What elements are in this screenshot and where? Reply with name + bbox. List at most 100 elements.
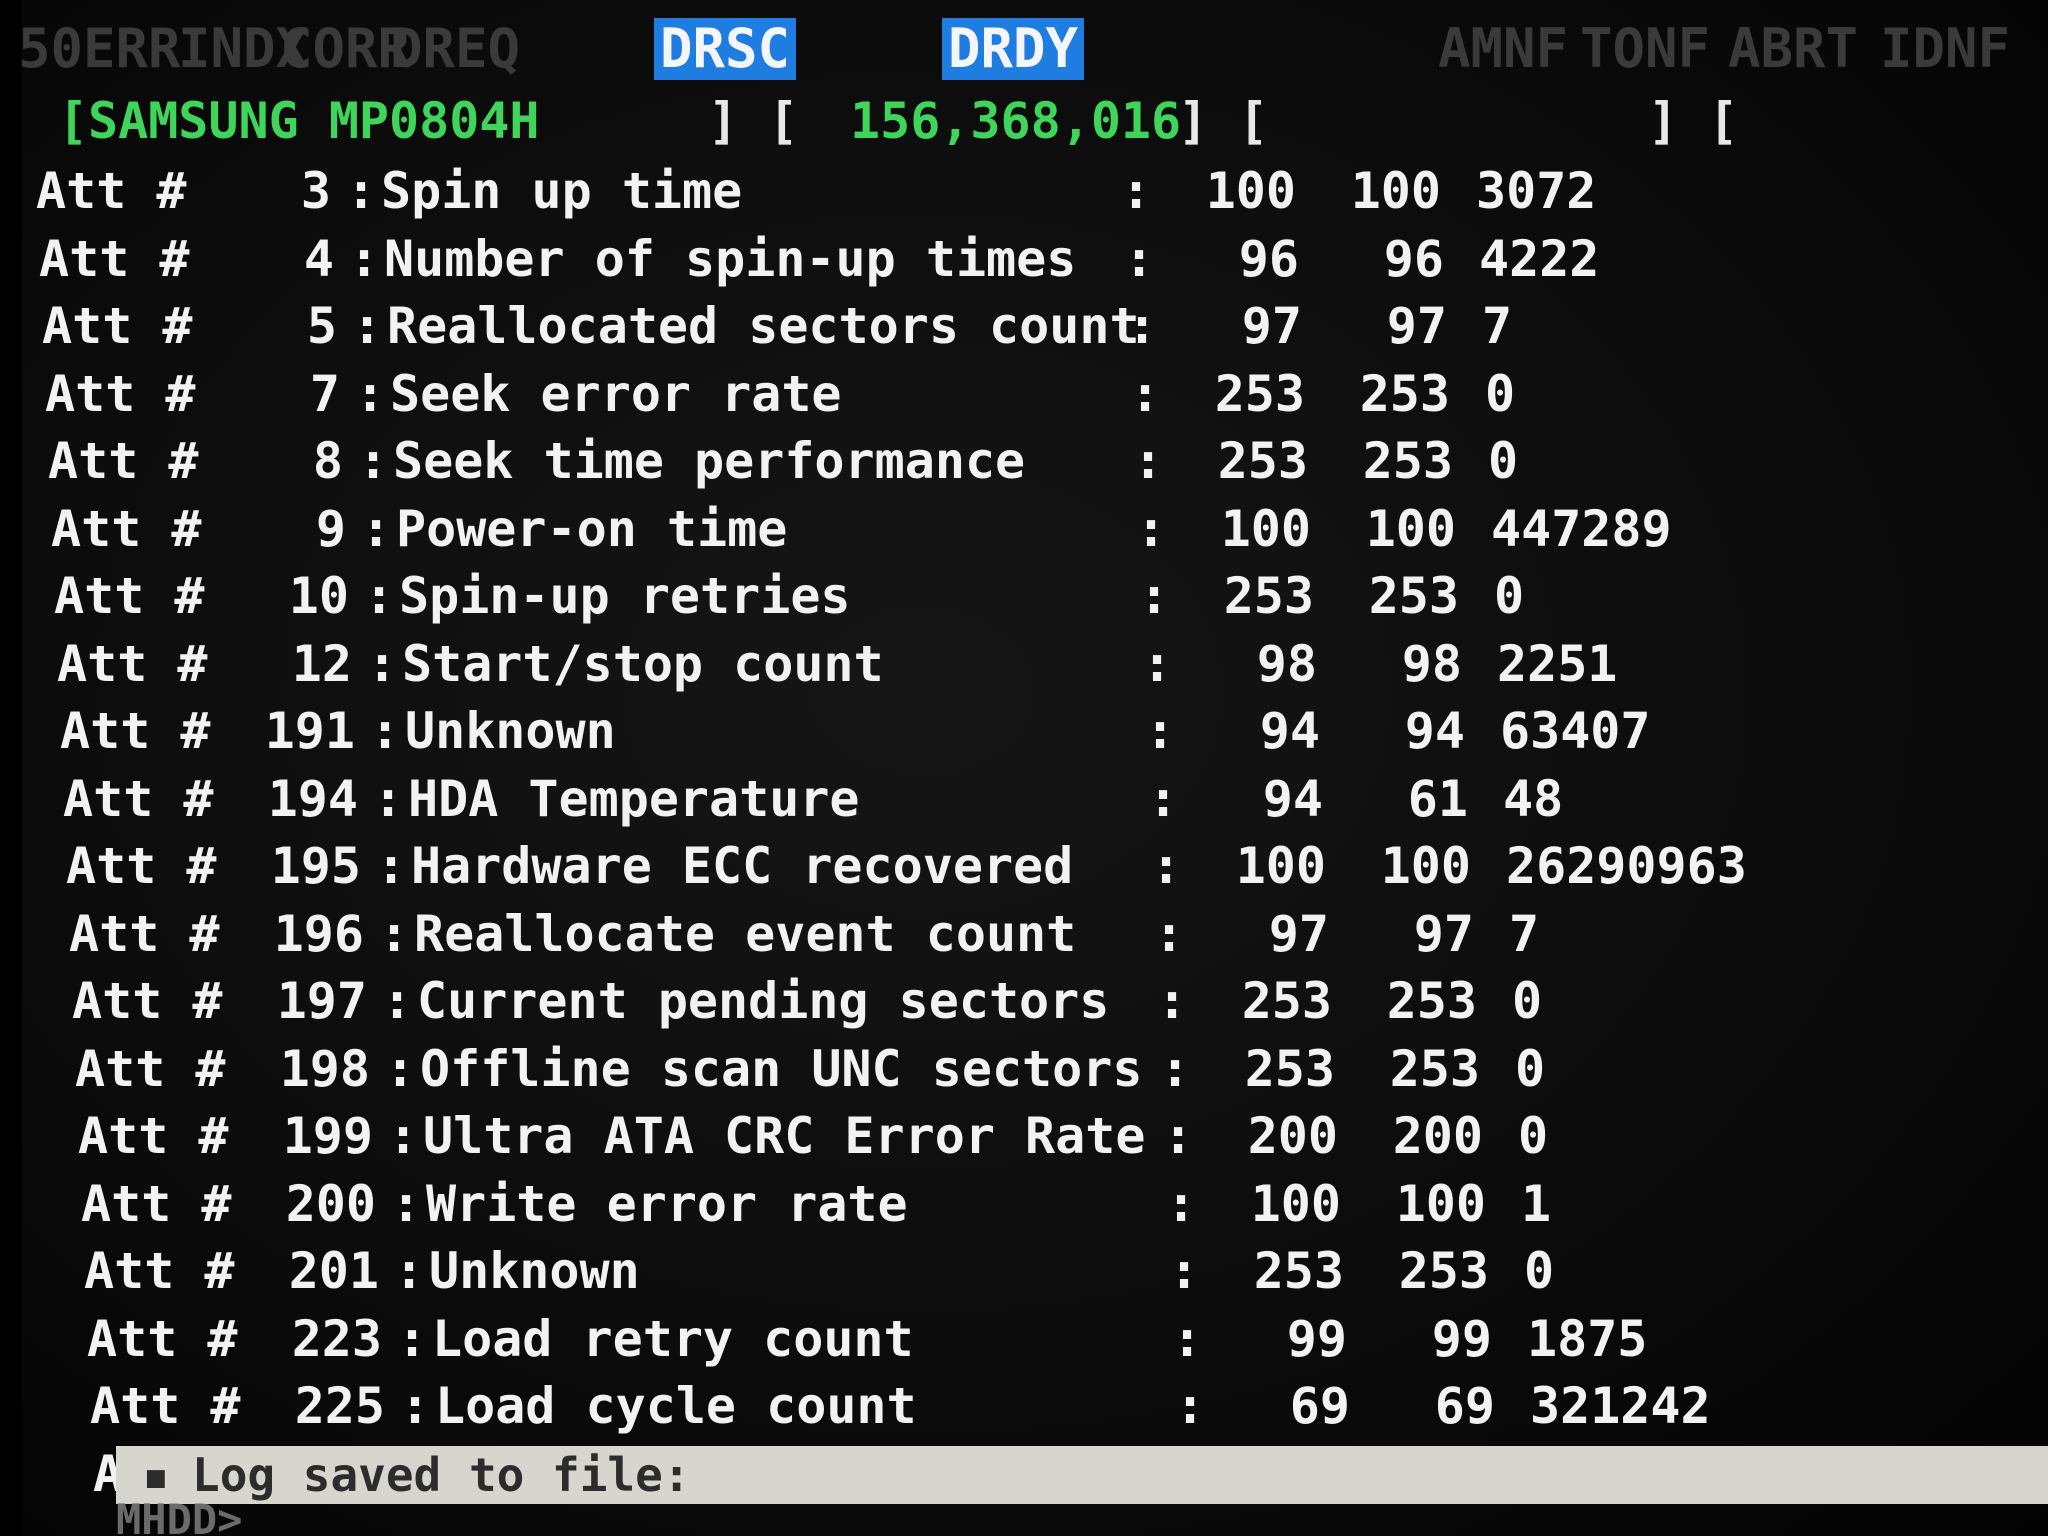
attribute-raw: 0 — [1485, 364, 1516, 423]
attribute-name: Spin up time — [381, 162, 743, 220]
attribute-id: 12 — [291, 634, 352, 693]
flag-busy: 50 — [18, 17, 84, 80]
separator: : — [373, 769, 404, 828]
drive-lba-count: 156,368,016 — [850, 92, 1182, 150]
attribute-prefix: Att # — [69, 904, 220, 963]
attribute-id: 200 — [285, 1174, 376, 1233]
attribute-worst: 69 — [1434, 1377, 1495, 1435]
separator: : — [388, 1107, 419, 1165]
flag-abrt: ABRT — [1728, 17, 1859, 80]
attribute-prefix: Att # — [78, 1107, 229, 1165]
attribute-value: 97 — [1241, 297, 1302, 355]
log-message: Log saved to file: — [192, 1448, 691, 1502]
attribute-id: 10 — [288, 567, 349, 625]
separator: : — [1148, 769, 1179, 828]
attribute-worst: 97 — [1413, 904, 1474, 963]
attribute-value: 100 — [1250, 1174, 1341, 1233]
attribute-name: Power-on time — [396, 499, 788, 558]
attribute-raw: 7 — [1509, 904, 1540, 963]
separator: : — [1136, 499, 1167, 558]
attribute-prefix: Att # — [36, 162, 187, 220]
table-row: Att #194: HDA Temperature:94 61 48 — [63, 766, 1736, 834]
separator: : — [1169, 1242, 1200, 1300]
flag-tonf: TONF — [1580, 17, 1711, 80]
separator: : — [1139, 567, 1170, 625]
attribute-value: 253 — [1214, 364, 1305, 423]
attribute-name: Seek error rate — [390, 364, 842, 423]
attribute-id: 201 — [288, 1242, 379, 1300]
attribute-value: 97 — [1268, 904, 1329, 963]
attribute-name: Hardware ECC recovered — [411, 837, 1074, 895]
attribute-value: 69 — [1289, 1377, 1350, 1435]
separator: : — [1151, 837, 1182, 895]
separator: : — [1145, 702, 1176, 760]
attribute-prefix: Att # — [51, 499, 202, 558]
separator: : — [367, 634, 398, 693]
attribute-prefix: Att # — [87, 1309, 238, 1368]
attribute-name: Reallocate event count — [414, 904, 1077, 963]
attribute-value: 94 — [1259, 702, 1320, 760]
separator: : — [1124, 229, 1155, 288]
attribute-raw: 0 — [1518, 1107, 1549, 1165]
separator: : — [376, 837, 407, 895]
attribute-name: Current pending sectors — [417, 972, 1110, 1030]
attribute-value: 99 — [1286, 1309, 1347, 1368]
attribute-name: Start/stop count — [402, 634, 884, 693]
attribute-name: Unknown — [405, 702, 616, 760]
attribute-raw: 0 — [1512, 972, 1543, 1030]
attribute-value: 94 — [1262, 769, 1323, 828]
attribute-value: 253 — [1253, 1242, 1344, 1300]
status-flags-bar: 50 ERR INDX CORR DREQ DRSC DRDY AMNF TON… — [18, 18, 2048, 80]
attribute-worst: 253 — [1362, 432, 1453, 490]
table-row: Att #197: Current pending sectors:253 253 0 — [72, 968, 1736, 1036]
table-row: Att #225: Load cycle count:69 69 321242 — [90, 1373, 1736, 1441]
separator: : — [397, 1309, 428, 1368]
attribute-id: 195 — [270, 837, 361, 895]
table-row: Att #12: Start/stop count:98 98 2251 — [57, 631, 1736, 699]
attribute-name: Offline scan UNC sectors — [420, 1039, 1143, 1098]
attribute-worst: 100 — [1365, 499, 1456, 558]
attribute-value: 100 — [1220, 499, 1311, 558]
drive-trailing-brackets: ] [ — [1648, 92, 1739, 150]
attribute-value: 96 — [1238, 229, 1299, 288]
attribute-worst: 200 — [1392, 1107, 1483, 1165]
attribute-value: 100 — [1205, 162, 1296, 220]
smart-attributes-table: Att #3: Spin up time:100 100 3072 Att #4: Num… — [36, 158, 1747, 1508]
attribute-worst: 94 — [1404, 702, 1465, 760]
attribute-id: 8 — [312, 432, 343, 490]
attribute-worst: 98 — [1401, 634, 1462, 693]
attribute-name: Load cycle count — [435, 1377, 917, 1435]
command-prompt[interactable]: MHDD> — [116, 1499, 242, 1536]
attribute-name: Unknown — [429, 1242, 640, 1300]
table-row: Att #4: Number of spin-up times:96 96 4222 — [39, 226, 1736, 294]
separator: : — [394, 1242, 425, 1300]
attribute-worst: 97 — [1386, 297, 1447, 355]
separator: : — [352, 297, 383, 355]
attribute-raw: 7 — [1482, 297, 1513, 355]
separator: : — [1127, 297, 1158, 355]
table-row: Att #3: Spin up time:100 100 3072 — [36, 158, 1736, 226]
separator: : — [1172, 1309, 1203, 1368]
attribute-raw: 1 — [1521, 1174, 1552, 1233]
attribute-name: Reallocated sectors count — [387, 297, 1140, 355]
attribute-id: 7 — [309, 364, 340, 423]
attribute-prefix: Att # — [45, 364, 196, 423]
attribute-raw: 0 — [1515, 1039, 1546, 1098]
attribute-id: 3 — [300, 162, 331, 220]
attribute-worst: 253 — [1398, 1242, 1489, 1300]
attribute-name: Load retry count — [432, 1309, 914, 1368]
flag-drdy: DRDY — [942, 18, 1085, 80]
attribute-prefix: Att # — [90, 1377, 241, 1435]
separator: : — [1154, 904, 1185, 963]
table-row: Att #199: Ultra ATA CRC Error Rate:200 200… — [78, 1103, 1736, 1171]
attribute-prefix: Att # — [57, 634, 208, 693]
attribute-raw: 0 — [1494, 567, 1525, 625]
table-row: Att #200: Write error rate:100 100 1 — [81, 1171, 1736, 1239]
flag-drsc: DRSC — [654, 18, 797, 80]
table-row: Att #201: Unknown:253 253 0 — [84, 1238, 1736, 1306]
separator: : — [349, 229, 380, 288]
attribute-name: HDA Temperature — [408, 769, 860, 828]
attribute-id: 198 — [279, 1039, 370, 1098]
attribute-prefix: Att # — [72, 972, 223, 1030]
table-row: Att #195: Hardware ECC recovered:100 100 26… — [66, 833, 1747, 901]
